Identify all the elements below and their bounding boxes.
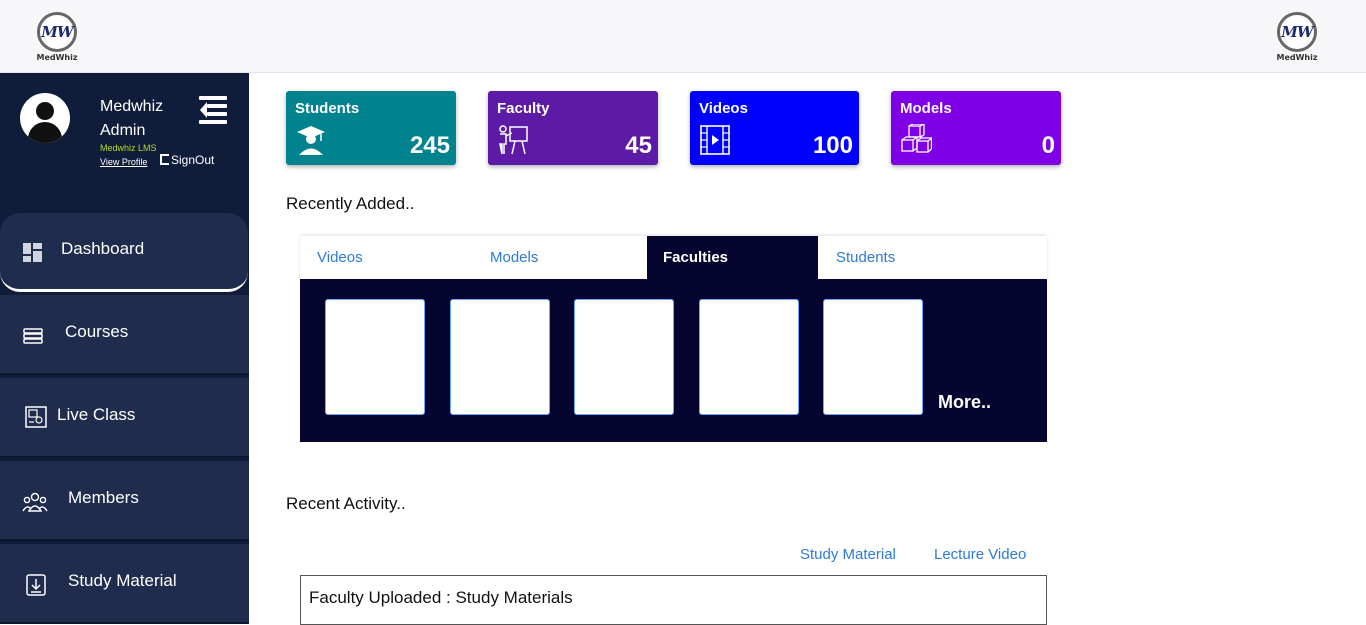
profile-subtitle: Medwhiz LMS: [100, 143, 157, 153]
card-value: 45: [625, 132, 652, 159]
more-link[interactable]: More..: [938, 392, 991, 413]
recent-activity-title: Recent Activity..: [286, 494, 406, 513]
recently-added-title: Recently Added..: [286, 194, 415, 213]
card-title: Faculty: [497, 100, 550, 117]
card-title: Videos: [699, 100, 748, 117]
sidebar-item-label: Study Material: [68, 571, 177, 590]
activity-entry: Faculty Uploaded : Study Materials: [300, 575, 1047, 625]
faculty-card[interactable]: [450, 299, 550, 415]
sidebar-item-label: Dashboard: [61, 239, 145, 258]
sidebar: Medwhiz Admin Medwhiz LMS View Profile S…: [0, 73, 249, 624]
activity-entry-text: Faculty Uploaded : Study Materials: [309, 588, 573, 607]
film-icon: [700, 125, 730, 155]
view-profile-link[interactable]: View Profile: [100, 157, 147, 167]
card-title: Models: [900, 100, 952, 117]
recently-added-tabs: Videos Models Faculties Students: [300, 236, 1047, 279]
graduate-icon: [297, 126, 325, 155]
logo-text: MedWhiz: [1276, 53, 1318, 62]
sidebar-item-live-class[interactable]: Live Class: [0, 378, 249, 458]
tab-faculties[interactable]: Faculties: [647, 236, 818, 279]
menu-collapse-icon[interactable]: [199, 96, 227, 124]
stat-card-videos[interactable]: Videos 100: [690, 91, 859, 165]
cubes-icon: [901, 124, 932, 153]
card-value: 100: [812, 132, 853, 159]
avatar[interactable]: [20, 93, 70, 143]
dashboard-icon: [23, 243, 42, 262]
logo-text: MedWhiz: [36, 53, 78, 62]
sidebar-item-label: Members: [68, 488, 139, 507]
stat-card-faculty[interactable]: Faculty 45: [488, 91, 658, 165]
faculty-card[interactable]: [574, 299, 674, 415]
sidebar-item-label: Live Class: [57, 405, 136, 424]
sign-out-button[interactable]: SignOut: [160, 153, 214, 167]
card-value: 0: [1041, 132, 1055, 159]
sidebar-item-study-material[interactable]: Study Material: [0, 544, 249, 624]
study-material-icon: [26, 574, 46, 596]
members-icon: [22, 492, 48, 512]
study-material-link[interactable]: Study Material: [800, 546, 896, 563]
logo-right[interactable]: MW MedWhiz: [1275, 12, 1319, 66]
logo-mark: MW: [1277, 12, 1317, 52]
books-icon: [23, 328, 43, 344]
faculty-card[interactable]: [699, 299, 799, 415]
card-title: Students: [295, 100, 360, 117]
faculty-card[interactable]: [823, 299, 923, 415]
faculty-card[interactable]: [325, 299, 425, 415]
card-value: 245: [409, 132, 450, 159]
sidebar-item-members[interactable]: Members: [0, 461, 249, 541]
profile-panel: Medwhiz Admin Medwhiz LMS View Profile S…: [0, 73, 249, 203]
sign-out-label: SignOut: [171, 153, 215, 167]
logo-mark: MW: [37, 12, 77, 52]
tab-videos[interactable]: Videos: [317, 236, 363, 279]
sidebar-item-courses[interactable]: Courses: [0, 295, 249, 375]
lecture-video-link[interactable]: Lecture Video: [934, 546, 1026, 563]
tab-models[interactable]: Models: [490, 236, 538, 279]
live-class-icon: [25, 406, 47, 428]
sidebar-item-dashboard[interactable]: Dashboard: [0, 213, 248, 292]
top-header: MW MedWhiz MW MedWhiz: [0, 0, 1366, 73]
stat-card-models[interactable]: Models 0: [891, 91, 1061, 165]
sign-out-icon: [160, 154, 169, 165]
tab-students[interactable]: Students: [836, 236, 895, 279]
logo-left[interactable]: MW MedWhiz: [35, 12, 79, 66]
sidebar-item-label: Courses: [65, 322, 129, 341]
faculties-panel: More..: [300, 279, 1047, 442]
profile-name: Medwhiz Admin: [100, 98, 164, 139]
teacher-icon: [499, 125, 528, 155]
stat-card-students[interactable]: Students 245: [286, 91, 456, 165]
